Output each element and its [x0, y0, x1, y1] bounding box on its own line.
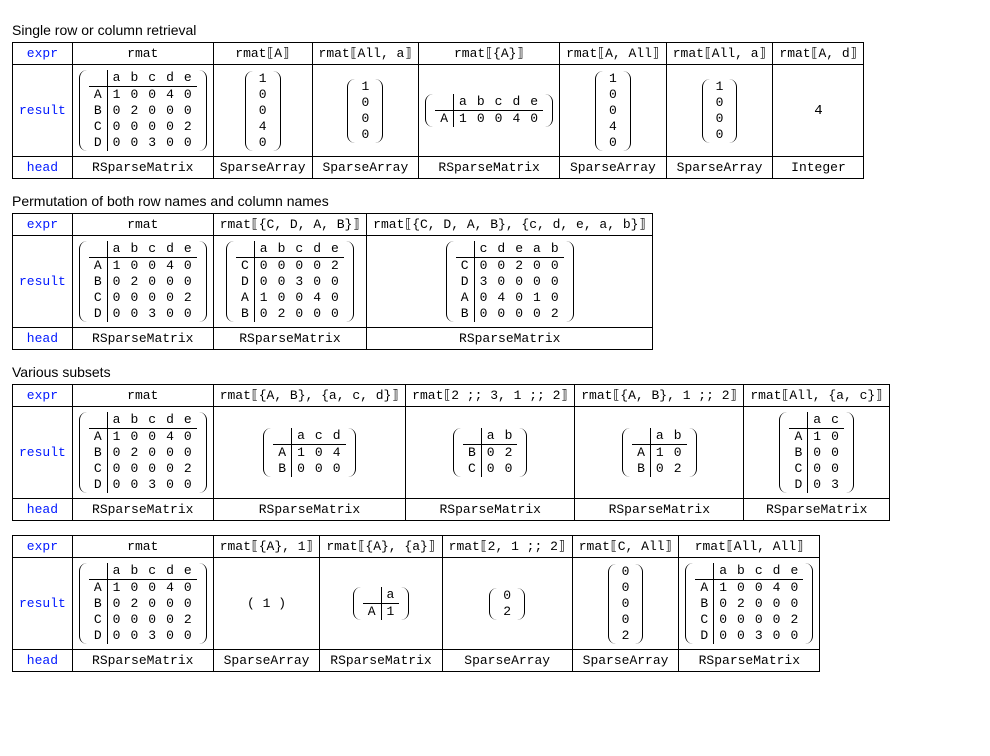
expr-rmat-a-d: rmat⟦A, d⟧ — [773, 43, 864, 65]
table-permutation: expr rmat rmat⟦{C, D, A, B}⟧ rmat⟦{C, D,… — [12, 213, 653, 350]
result-c-all: 00002 — [572, 558, 679, 650]
head-cell: SparseArray — [213, 157, 312, 179]
result-brace-a: abcdeA10040 — [419, 65, 560, 157]
expr-23-12: rmat⟦2 ;; 3, 1 ;; 2⟧ — [406, 385, 575, 407]
expr-rmat-a-all: rmat⟦A, All⟧ — [560, 43, 667, 65]
row-label-result: result — [13, 558, 73, 650]
head-cell: RSparseMatrix — [419, 157, 560, 179]
result-vec-a-all: 10040 — [560, 65, 667, 157]
row-label-expr: expr — [13, 214, 73, 236]
head-cell: RSparseMatrix — [744, 499, 890, 521]
result-vec-all-a-2: 1000 — [666, 65, 773, 157]
row-label-expr: expr — [13, 385, 73, 407]
section-title-2: Permutation of both row names and column… — [12, 193, 978, 209]
head-cell: SparseArray — [572, 650, 679, 672]
head-cell: RSparseMatrix — [72, 499, 213, 521]
head-cell: RSparseMatrix — [72, 157, 213, 179]
expr-c-all: rmat⟦C, All⟧ — [572, 536, 679, 558]
head-cell: SparseArray — [442, 650, 572, 672]
row-label-result: result — [13, 236, 73, 328]
result-base-matrix: abcdeA10040B02000C00002D00300 — [72, 407, 213, 499]
expr-all-all: rmat⟦All, All⟧ — [679, 536, 820, 558]
row-label-head: head — [13, 157, 73, 179]
result-a-a: aA1 — [320, 558, 442, 650]
expr-cdab: rmat⟦{C, D, A, B}⟧ — [213, 214, 366, 236]
expr-a-a: rmat⟦{A}, {a}⟧ — [320, 536, 442, 558]
expr-rmat-brace-a: rmat⟦{A}⟧ — [419, 43, 560, 65]
head-cell: RSparseMatrix — [406, 499, 575, 521]
result-2-1to2: 02 — [442, 558, 572, 650]
row-label-result: result — [13, 407, 73, 499]
result-base-matrix: abcdeA10040B02000C00002D00300 — [72, 65, 213, 157]
expr-rmat-all-a: rmat⟦All, a⟧ — [312, 43, 419, 65]
result-vec-a: 10040 — [213, 65, 312, 157]
expr-ab-1to2: rmat⟦{A, B}, 1 ;; 2⟧ — [575, 385, 744, 407]
result-perm-cdab: abcdeC00002D00300A10040B02000 — [213, 236, 366, 328]
expr-rmat-all-a-2: rmat⟦All, a⟧ — [666, 43, 773, 65]
head-cell: RSparseMatrix — [213, 328, 366, 350]
head-cell: SparseArray — [560, 157, 667, 179]
result-ab-acd: acdA104B000 — [213, 407, 405, 499]
head-cell: RSparseMatrix — [367, 328, 653, 350]
result-perm-cdab-cdeab: cdeabC00200D30000A04010B00002 — [367, 236, 653, 328]
section-title-1: Single row or column retrieval — [12, 22, 978, 38]
result-ab-1to2: abA10B02 — [575, 407, 744, 499]
result-scalar-ad: 4 — [773, 65, 864, 157]
expr-rmat-a: rmat⟦A⟧ — [213, 43, 312, 65]
expr-a-1: rmat⟦{A}, 1⟧ — [213, 536, 320, 558]
expr-2-1to2: rmat⟦2, 1 ;; 2⟧ — [442, 536, 572, 558]
row-label-expr: expr — [13, 43, 73, 65]
row-label-expr: expr — [13, 536, 73, 558]
table-single-row-col: expr rmat rmat⟦A⟧ rmat⟦All, a⟧ rmat⟦{A}⟧… — [12, 42, 864, 179]
result-row-one: ( 1 ) — [213, 558, 320, 650]
result-23-12: abB02C00 — [406, 407, 575, 499]
result-base-matrix: abcdeA10040B02000C00002D00300 — [72, 236, 213, 328]
head-cell: Integer — [773, 157, 864, 179]
result-base-matrix: abcdeA10040B02000C00002D00300 — [72, 558, 213, 650]
head-cell: RSparseMatrix — [679, 650, 820, 672]
result-all-ac: acA10B00C00D03 — [744, 407, 890, 499]
head-cell: RSparseMatrix — [72, 650, 213, 672]
expr-all-ac: rmat⟦All, {a, c}⟧ — [744, 385, 890, 407]
head-cell: RSparseMatrix — [575, 499, 744, 521]
result-vec-all-a: 1000 — [312, 65, 419, 157]
expr-ab-acd: rmat⟦{A, B}, {a, c, d}⟧ — [213, 385, 405, 407]
expr-rmat: rmat — [72, 43, 213, 65]
head-cell: RSparseMatrix — [213, 499, 405, 521]
row-label-result: result — [13, 65, 73, 157]
row-label-head: head — [13, 499, 73, 521]
row-label-head: head — [13, 650, 73, 672]
head-cell: SparseArray — [666, 157, 773, 179]
expr-rmat: rmat — [72, 385, 213, 407]
expr-rmat: rmat — [72, 214, 213, 236]
head-cell: SparseArray — [213, 650, 320, 672]
section-title-3: Various subsets — [12, 364, 978, 380]
expr-cdab-cdeab: rmat⟦{C, D, A, B}, {c, d, e, a, b}⟧ — [367, 214, 653, 236]
head-cell: SparseArray — [312, 157, 419, 179]
result-all-all: abcdeA10040B02000C00002D00300 — [679, 558, 820, 650]
head-cell: RSparseMatrix — [320, 650, 442, 672]
expr-rmat: rmat — [72, 536, 213, 558]
head-cell: RSparseMatrix — [72, 328, 213, 350]
table-subsets-2: expr rmat rmat⟦{A}, 1⟧ rmat⟦{A}, {a}⟧ rm… — [12, 535, 820, 672]
table-subsets-1: expr rmat rmat⟦{A, B}, {a, c, d}⟧ rmat⟦2… — [12, 384, 890, 521]
row-label-head: head — [13, 328, 73, 350]
